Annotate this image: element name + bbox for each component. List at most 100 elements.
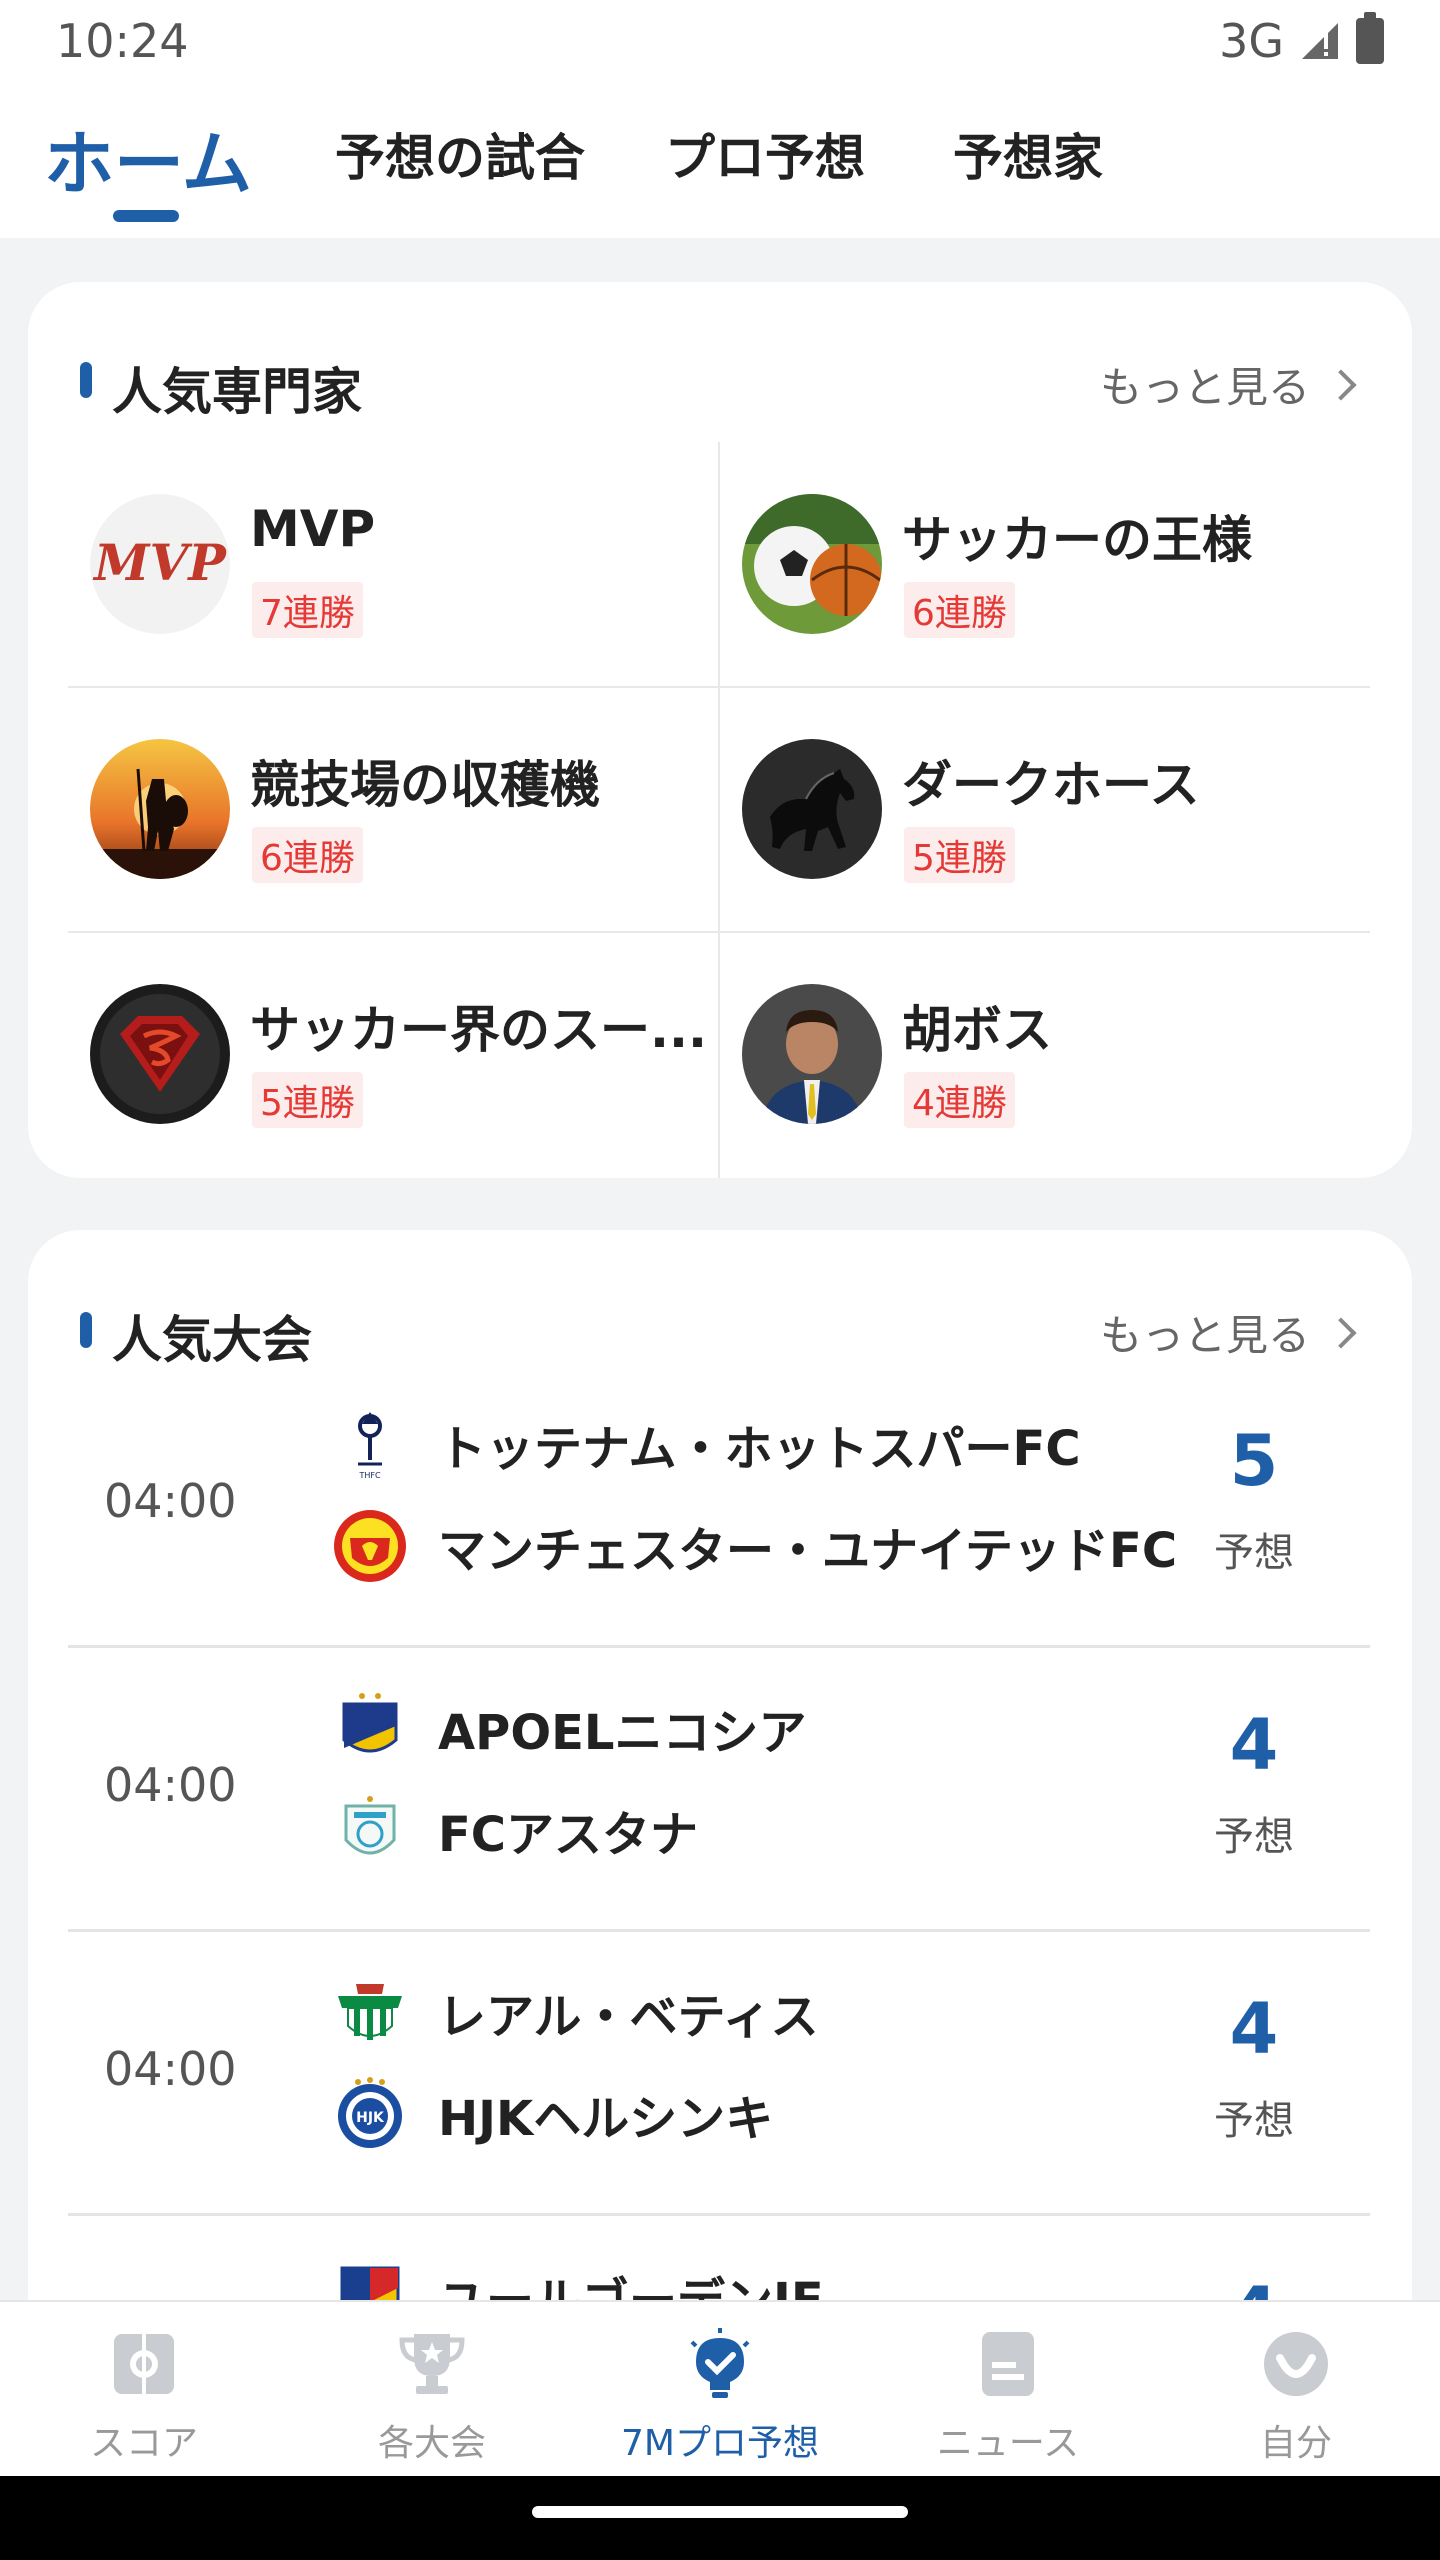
more-link[interactable]: もっと見る [1099,354,1357,415]
popular-tournaments-card: 人気大会 もっと見る 04:00 THFC トッテナム・ホットスパーFC マンチ… [28,1230,1412,2330]
home-team: レアル・ベティス [330,1972,819,2052]
expert-name: ダークホース [902,756,1200,814]
match-row[interactable]: 04:00 THFC トッテナム・ホットスパーFC マンチェスター・ユナイテッド… [68,1364,1370,1648]
sports-balls-icon [742,494,882,634]
expert-item[interactable]: サッカー界のスー... 5連勝 [68,932,718,1177]
popular-experts-card: 人気専門家 もっと見る MVP MVP 7連勝 サッカーの王様 6連勝 競技場の… [28,282,1412,1178]
system-navigation-bar [0,2476,1440,2560]
status-bar: 10:24 3G [0,0,1440,82]
expert-name: 胡ボス [902,1001,1052,1059]
expert-name: サッカーの王様 [902,511,1252,569]
prediction-label: 予想 [1214,1814,1294,1860]
home-indicator[interactable] [532,2506,908,2518]
status-icons: 3G [1219,12,1384,68]
nav-item-news[interactable]: ニュース [864,2302,1152,2478]
tottenham-crest-icon: THFC [330,1404,410,1484]
bottom-navigation: スコア 各大会 7Mプロ予想 ニュース 自分 [0,2300,1440,2476]
expert-name: 競技場の収穫機 [250,756,600,814]
prediction-label: 予想 [1214,2098,1294,2144]
network-type: 3G [1219,14,1284,68]
nav-label: 自分 [1259,2423,1332,2464]
expert-item[interactable]: 胡ボス 4連勝 [720,932,1370,1177]
streak-badge: 7連勝 [252,582,363,638]
match-row[interactable]: 04:00 APOELニコシア FCアスタナ 4 予想 [68,1648,1370,1932]
prediction-count: 5 [1229,1420,1279,1502]
battery-icon [1356,12,1384,64]
home-team: APOELニコシア [330,1688,807,1768]
streak-badge: 6連勝 [252,827,363,883]
profile-icon [1260,2328,1332,2400]
signal-icon [1298,19,1342,63]
section-title: 人気専門家 [112,363,362,421]
tab-prediction-matches[interactable]: 予想の試合 [335,118,585,190]
more-link-label: もっと見る [1099,363,1310,412]
active-tab-indicator [113,210,179,222]
team-name: レアル・ベティス [438,1989,819,2045]
manutd-crest-icon [330,1506,410,1586]
nav-item-profile[interactable]: 自分 [1152,2302,1440,2478]
team-name: HJKヘルシンキ [438,2091,774,2147]
top-tab-bar: ホーム 予想の試合 プロ予想 予想家 [0,82,1440,238]
expert-name: MVP [250,500,376,558]
streak-badge: 5連勝 [904,827,1015,883]
avatar [90,739,230,879]
streak-badge: 5連勝 [252,1072,363,1128]
news-icon [972,2328,1044,2400]
more-link-label: もっと見る [1099,1311,1310,1360]
match-time: 04:00 [104,1758,237,1812]
black-horse-icon [742,739,882,879]
expert-grid: MVP MVP 7連勝 サッカーの王様 6連勝 競技場の収穫機 6連勝 ダークホ… [68,442,1370,1178]
away-team: HJK HJKヘルシンキ [330,2074,773,2154]
avatar: MVP [90,494,230,634]
svg-text:THFC: THFC [358,1471,381,1480]
trophy-icon [396,2328,468,2400]
match-time: 04:00 [104,2042,237,2096]
tab-home[interactable]: ホーム [44,108,252,209]
section-title: 人気大会 [112,1311,312,1369]
team-name: マンチェスター・ユナイテッドFC [438,1523,1178,1579]
avatar [742,739,882,879]
match-time: 04:00 [104,1474,237,1528]
svg-text:HJK: HJK [356,2110,385,2126]
expert-item[interactable]: 競技場の収穫機 6連勝 [68,687,718,932]
expert-item[interactable]: MVP MVP 7連勝 [68,442,718,687]
nav-label: 7Mプロ予想 [621,2423,819,2464]
svg-text:MVP: MVP [92,533,227,592]
score-icon [108,2328,180,2400]
match-row[interactable]: 04:00 レアル・ベティス HJK HJKヘルシンキ 4 予想 [68,1932,1370,2216]
tab-pro-predictions[interactable]: プロ予想 [665,118,865,190]
home-team: THFC トッテナム・ホットスパーFC [330,1404,1081,1484]
nav-label: スコア [89,2423,198,2464]
nav-label: ニュース [936,2423,1080,2464]
betis-crest-icon [330,1972,410,2052]
avatar [90,984,230,1124]
man-in-suit-icon [742,984,882,1124]
streak-badge: 4連勝 [904,1072,1015,1128]
expert-item[interactable]: サッカーの王様 6連勝 [720,442,1370,687]
mvp-logo-icon: MVP [90,494,230,634]
prediction-count: 4 [1229,1988,1279,2070]
chevron-right-icon [1325,1316,1357,1349]
spartan-warrior-icon [90,739,230,879]
streak-badge: 6連勝 [904,582,1015,638]
expert-item[interactable]: ダークホース 5連勝 [720,687,1370,932]
avatar [742,494,882,634]
nav-item-tournaments[interactable]: 各大会 [288,2302,576,2478]
pro-prediction-icon [684,2328,756,2400]
prediction-label: 予想 [1214,1530,1294,1576]
expert-name: サッカー界のスー... [250,1001,707,1059]
nav-item-score[interactable]: スコア [0,2302,288,2478]
nav-label: 各大会 [377,2423,486,2464]
tab-predictors[interactable]: 予想家 [953,118,1103,190]
more-link[interactable]: もっと見る [1099,1302,1357,1363]
astana-crest-icon [330,1790,410,1870]
section-marker [80,362,92,398]
chevron-right-icon [1325,368,1357,401]
section-marker [80,1312,92,1348]
nav-item-pro-prediction[interactable]: 7Mプロ予想 [576,2302,864,2478]
apoel-crest-icon [330,1688,410,1768]
status-time: 10:24 [56,14,189,68]
superman-logo-icon [90,984,230,1124]
team-name: トッテナム・ホットスパーFC [438,1421,1081,1477]
team-name: FCアスタナ [438,1807,699,1863]
